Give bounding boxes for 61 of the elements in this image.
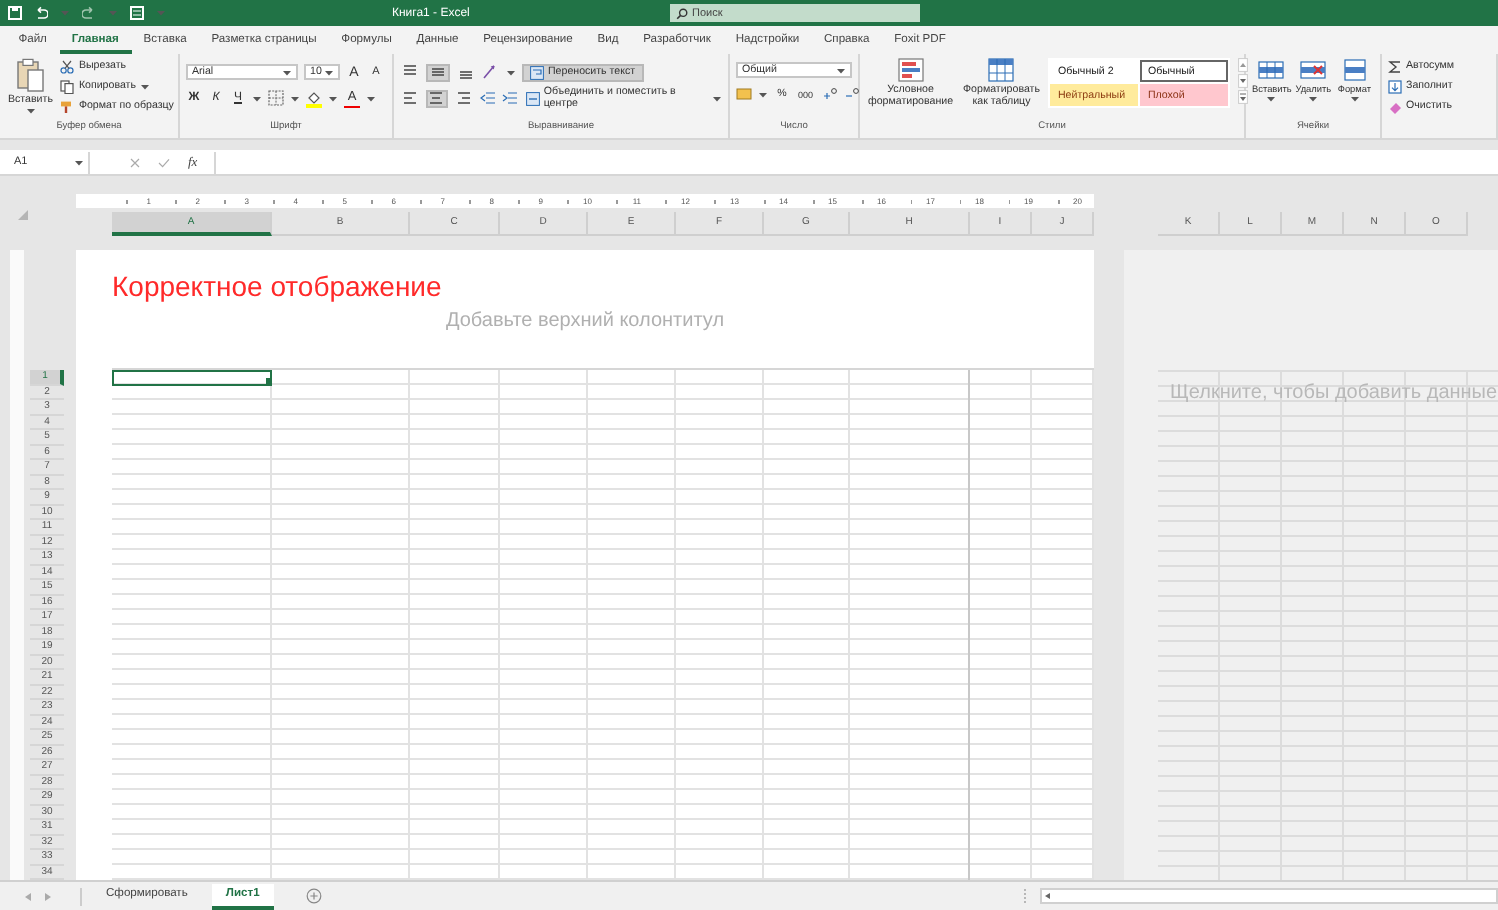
align-icon [428, 90, 445, 106]
currency-icon[interactable] [736, 86, 752, 102]
undo-icon[interactable] [34, 6, 48, 20]
borders-icon[interactable] [268, 90, 284, 106]
form-icon[interactable] [130, 6, 144, 20]
align-icon [402, 64, 418, 80]
caret-icon [1266, 96, 1277, 103]
caret-icon [324, 69, 334, 75]
decrease-decimal-icon[interactable] [843, 86, 860, 102]
horizontal-scrollbar[interactable] [1040, 888, 1498, 904]
merge-icon [525, 91, 540, 105]
scroll-left-icon[interactable] [1042, 890, 1054, 902]
caret-icon [252, 95, 262, 101]
wrap-icon [530, 65, 544, 79]
redo-icon[interactable] [82, 6, 96, 20]
caret-icon [139, 83, 150, 89]
scroll-down-icon[interactable] [1237, 74, 1248, 88]
caret-icon [108, 10, 118, 16]
cancel-icon[interactable] [130, 157, 140, 167]
save-icon[interactable] [8, 6, 22, 20]
orientation-icon[interactable] [482, 64, 500, 80]
add-sheet-icon[interactable] [305, 888, 322, 904]
align-icon [430, 64, 446, 80]
align-icon [456, 90, 473, 106]
caret-icon [290, 95, 300, 101]
fill-color-icon[interactable] [306, 89, 322, 107]
horizontal-align-button[interactable] [454, 89, 474, 107]
copy-icon [60, 79, 75, 93]
caret-icon [506, 69, 516, 75]
caret-icon [1349, 96, 1360, 103]
vertical-align-button[interactable] [426, 63, 450, 81]
caret-icon [60, 10, 70, 16]
horizontal-align-button[interactable] [400, 89, 420, 107]
fill-down-icon [1388, 79, 1402, 93]
enter-icon[interactable] [158, 157, 170, 167]
caret-icon [1308, 96, 1319, 103]
split-handle-icon[interactable] [1022, 888, 1028, 904]
caret-icon [711, 95, 722, 101]
header-title: Корректное отображение [112, 270, 442, 304]
caret-icon [282, 69, 292, 75]
caret-icon [836, 67, 846, 73]
eraser-icon [1388, 99, 1402, 113]
caret-icon [25, 108, 36, 115]
scissors-icon [60, 59, 75, 73]
caret-icon [74, 159, 84, 165]
increase-indent-icon[interactable] [501, 90, 518, 106]
more-icon[interactable] [1237, 90, 1248, 104]
caret-icon [328, 95, 338, 101]
align-icon [401, 90, 418, 106]
search-icon [676, 7, 688, 19]
sigma-icon [1388, 59, 1402, 73]
scroll-up-icon[interactable] [1237, 58, 1248, 72]
caret-icon [366, 95, 376, 101]
caret-icon [758, 91, 768, 97]
increase-decimal-icon[interactable] [821, 86, 838, 102]
brush-icon [60, 99, 75, 113]
vertical-align-button[interactable] [400, 63, 420, 81]
caret-icon [156, 10, 166, 16]
decrease-indent-icon[interactable] [479, 90, 496, 106]
horizontal-align-button[interactable] [425, 89, 449, 107]
active-cell[interactable] [112, 370, 272, 385]
